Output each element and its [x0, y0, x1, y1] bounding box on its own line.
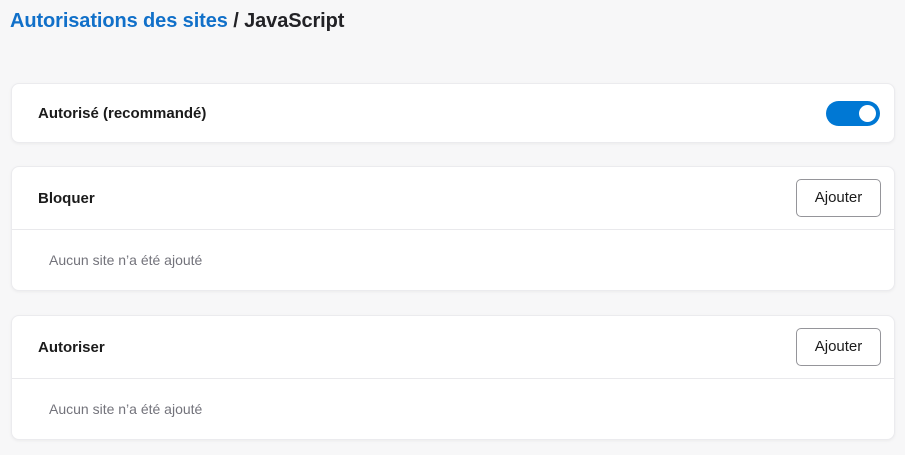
allow-section-header: Autoriser Ajouter — [12, 316, 894, 378]
page-title: Autorisations des sites / JavaScript — [0, 0, 905, 33]
block-section-body: Aucun site n’a été ajouté — [12, 229, 894, 290]
block-empty-message: Aucun site n’a été ajouté — [49, 252, 202, 268]
allow-add-button[interactable]: Ajouter — [796, 328, 881, 366]
default-setting-card: Autorisé (recommandé) — [11, 83, 895, 143]
javascript-allowed-toggle[interactable] — [826, 101, 880, 126]
block-add-button[interactable]: Ajouter — [796, 179, 881, 217]
breadcrumb-parent-link[interactable]: Autorisations des sites — [10, 10, 228, 32]
breadcrumb-separator: / — [228, 10, 244, 32]
toggle-knob — [859, 105, 876, 122]
block-section-header: Bloquer Ajouter — [12, 167, 894, 229]
allow-empty-message: Aucun site n’a été ajouté — [49, 401, 202, 417]
allow-section-body: Aucun site n’a été ajouté — [12, 378, 894, 439]
allow-section-card: Autoriser Ajouter Aucun site n’a été ajo… — [11, 315, 895, 440]
block-section-title: Bloquer — [38, 190, 95, 207]
allow-section-title: Autoriser — [38, 339, 105, 356]
default-setting-label: Autorisé (recommandé) — [38, 105, 206, 122]
breadcrumb-current: JavaScript — [244, 10, 344, 32]
block-section-card: Bloquer Ajouter Aucun site n’a été ajout… — [11, 166, 895, 291]
